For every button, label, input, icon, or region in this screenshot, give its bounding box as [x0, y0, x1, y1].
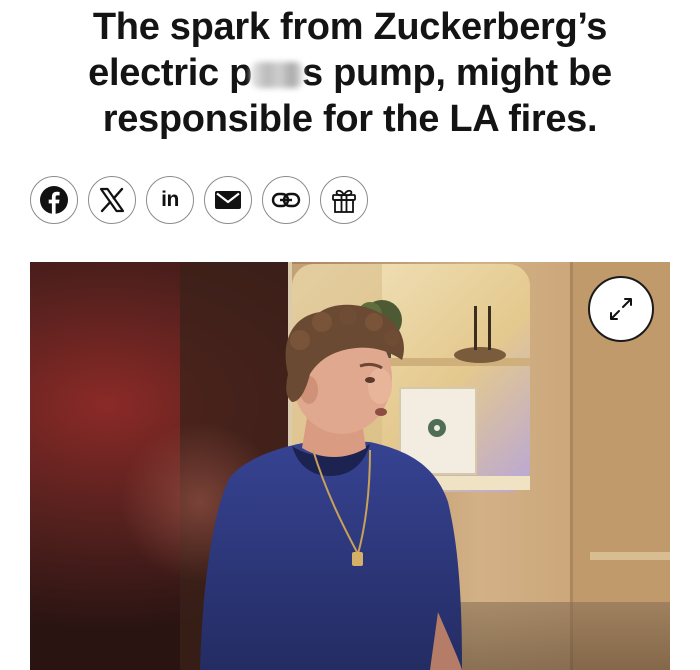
- censored-blur: [251, 62, 304, 88]
- share-bar: in: [30, 176, 368, 224]
- headline-line-1: The spark from Zuckerberg’s: [92, 6, 608, 48]
- expand-icon: [610, 298, 632, 320]
- link-icon: [271, 192, 301, 208]
- share-email-button[interactable]: [204, 176, 252, 224]
- x-icon: [99, 187, 125, 213]
- photo-illustration: [30, 262, 670, 670]
- linkedin-icon: in: [161, 188, 179, 211]
- headline-line-3: responsible for the LA fires.: [102, 98, 598, 140]
- facebook-icon: [40, 186, 68, 214]
- article-photo[interactable]: [30, 262, 670, 670]
- gift-article-button[interactable]: [320, 176, 368, 224]
- headline-line-2-start: electric p: [88, 52, 253, 94]
- share-x-button[interactable]: [88, 176, 136, 224]
- share-facebook-button[interactable]: [30, 176, 78, 224]
- copy-link-button[interactable]: [262, 176, 310, 224]
- mail-icon: [215, 191, 241, 209]
- article-headline: The spark from Zuckerberg’s electric p s …: [18, 4, 682, 142]
- share-linkedin-button[interactable]: in: [146, 176, 194, 224]
- headline-line-2-end: s pump, might be: [302, 52, 612, 94]
- expand-photo-button[interactable]: [588, 276, 654, 342]
- gift-icon: [332, 189, 356, 213]
